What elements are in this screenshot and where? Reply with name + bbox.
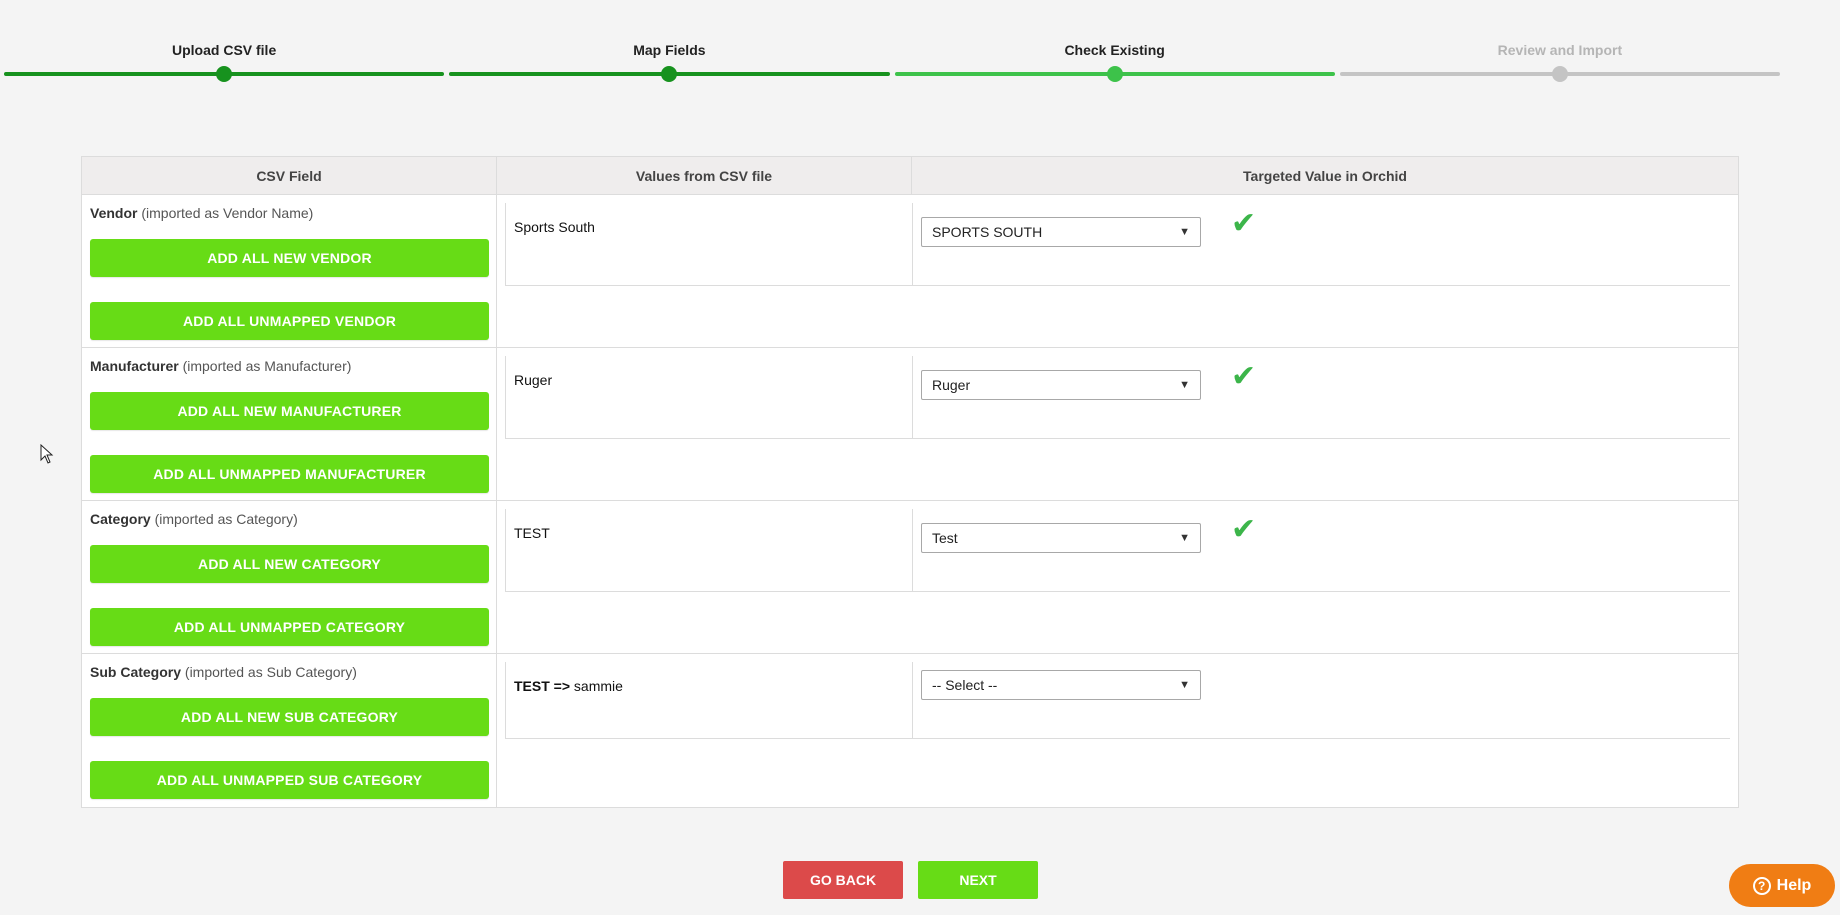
mouse-cursor-icon xyxy=(40,444,54,464)
csv-child-value: sammie xyxy=(573,678,623,694)
select-value: Test xyxy=(932,530,958,546)
add-all-new-sub-category-button[interactable]: ADD ALL NEW SUB CATEGORY xyxy=(90,698,489,736)
table-row-category: Category (imported as Category) ADD ALL … xyxy=(82,501,1738,654)
target-cell: Test ▼ ✔ xyxy=(913,509,1730,591)
select-value: -- Select -- xyxy=(932,677,998,693)
values-cell: TEST => sammie -- Select -- ▼ xyxy=(497,654,1738,807)
value-mapping-row: TEST => sammie -- Select -- ▼ xyxy=(505,662,1730,739)
step-label: Review and Import xyxy=(1497,42,1623,58)
header-csv-field: CSV Field xyxy=(82,157,497,194)
chevron-down-icon: ▼ xyxy=(1179,679,1190,691)
field-imported-as: (imported as Category) xyxy=(154,511,298,527)
values-cell: TEST Test ▼ ✔ xyxy=(497,501,1738,653)
header-values: Values from CSV file xyxy=(497,157,912,194)
step-map-fields: Map Fields xyxy=(449,40,890,82)
step-dot xyxy=(661,66,678,82)
add-all-new-vendor-button[interactable]: ADD ALL NEW VENDOR xyxy=(90,239,489,277)
add-all-unmapped-sub-category-button[interactable]: ADD ALL UNMAPPED SUB CATEGORY xyxy=(90,761,489,799)
field-name: Manufacturer xyxy=(90,358,179,374)
mapping-table: CSV Field Values from CSV file Targeted … xyxy=(81,156,1739,808)
progress-stepper: Upload CSV file Map Fields Check Existin… xyxy=(4,40,1780,82)
field-title: Manufacturer (imported as Manufacturer) xyxy=(90,358,488,380)
step-label: Check Existing xyxy=(1064,42,1165,58)
chevron-down-icon: ▼ xyxy=(1179,532,1190,544)
step-label: Upload CSV file xyxy=(172,42,277,58)
target-vendor-select[interactable]: SPORTS SOUTH ▼ xyxy=(921,217,1201,247)
step-upload-csv: Upload CSV file xyxy=(4,40,445,82)
field-name: Vendor xyxy=(90,205,138,221)
target-cell: -- Select -- ▼ xyxy=(913,662,1730,738)
csv-arrow: => xyxy=(553,678,571,694)
csv-value: TEST => sammie xyxy=(505,662,913,738)
select-value: SPORTS SOUTH xyxy=(932,224,1043,240)
check-icon: ✔ xyxy=(1231,360,1257,393)
next-button[interactable]: NEXT xyxy=(918,861,1038,899)
table-row-vendor: Vendor (imported as Vendor Name) ADD ALL… xyxy=(82,195,1738,348)
field-imported-as: (imported as Manufacturer) xyxy=(182,358,352,374)
go-back-button[interactable]: GO BACK xyxy=(783,861,903,899)
header-target: Targeted Value in Orchid xyxy=(1243,167,1407,184)
field-imported-as: (imported as Vendor Name) xyxy=(141,205,314,221)
field-cell: Sub Category (imported as Sub Category) … xyxy=(82,654,497,807)
step-review-import: Review and Import xyxy=(1339,40,1780,82)
value-mapping-row: TEST Test ▼ ✔ xyxy=(505,509,1730,592)
add-all-new-category-button[interactable]: ADD ALL NEW CATEGORY xyxy=(90,545,489,583)
check-icon: ✔ xyxy=(1231,513,1257,546)
help-button[interactable]: ? Help xyxy=(1729,864,1835,907)
help-label: Help xyxy=(1776,876,1812,894)
field-name: Category xyxy=(90,511,151,527)
chevron-down-icon: ▼ xyxy=(1179,226,1190,238)
table-row-manufacturer: Manufacturer (imported as Manufacturer) … xyxy=(82,348,1738,501)
step-dot xyxy=(1551,66,1568,82)
csv-parent-value: TEST xyxy=(514,678,550,694)
target-cell: Ruger ▼ ✔ xyxy=(913,356,1730,438)
csv-value: Ruger xyxy=(505,356,913,438)
add-all-unmapped-vendor-button[interactable]: ADD ALL UNMAPPED VENDOR xyxy=(90,302,489,340)
values-cell: Ruger Ruger ▼ ✔ xyxy=(497,348,1738,500)
add-all-unmapped-manufacturer-button[interactable]: ADD ALL UNMAPPED MANUFACTURER xyxy=(90,455,489,493)
target-category-select[interactable]: Test ▼ xyxy=(921,523,1201,553)
question-icon: ? xyxy=(1752,876,1771,895)
csv-value: TEST xyxy=(505,509,913,591)
field-title: Sub Category (imported as Sub Category) xyxy=(90,664,488,686)
select-value: Ruger xyxy=(932,377,971,393)
target-cell: SPORTS SOUTH ▼ ✔ xyxy=(913,203,1730,285)
step-dot xyxy=(1106,66,1123,82)
add-all-unmapped-category-button[interactable]: ADD ALL UNMAPPED CATEGORY xyxy=(90,608,489,646)
value-mapping-row: Ruger Ruger ▼ ✔ xyxy=(505,356,1730,439)
step-dot xyxy=(216,66,233,82)
target-sub-category-select[interactable]: -- Select -- ▼ xyxy=(921,670,1201,700)
field-name: Sub Category xyxy=(90,664,182,680)
field-title: Vendor (imported as Vendor Name) xyxy=(90,205,488,227)
add-all-new-manufacturer-button[interactable]: ADD ALL NEW MANUFACTURER xyxy=(90,392,489,430)
field-cell: Vendor (imported as Vendor Name) ADD ALL… xyxy=(82,195,497,347)
target-manufacturer-select[interactable]: Ruger ▼ xyxy=(921,370,1201,400)
chevron-down-icon: ▼ xyxy=(1179,379,1190,391)
step-label: Map Fields xyxy=(633,42,706,58)
table-row-sub-category: Sub Category (imported as Sub Category) … xyxy=(82,654,1738,807)
value-mapping-row: Sports South SPORTS SOUTH ▼ ✔ xyxy=(505,203,1730,286)
table-header: CSV Field Values from CSV file Targeted … xyxy=(82,157,1738,195)
field-cell: Category (imported as Category) ADD ALL … xyxy=(82,501,497,653)
step-check-existing: Check Existing xyxy=(894,40,1335,82)
field-imported-as: (imported as Sub Category) xyxy=(184,664,357,680)
check-icon: ✔ xyxy=(1231,207,1257,240)
csv-value: Sports South xyxy=(505,203,913,285)
field-title: Category (imported as Category) xyxy=(90,511,488,533)
field-cell: Manufacturer (imported as Manufacturer) … xyxy=(82,348,497,500)
values-cell: Sports South SPORTS SOUTH ▼ ✔ xyxy=(497,195,1738,347)
